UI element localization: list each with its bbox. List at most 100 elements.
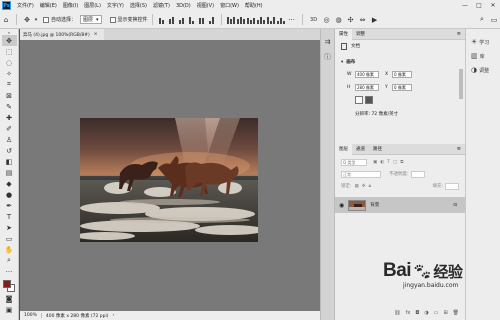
auto-select-dropdown[interactable]: 图层 ▾ [80, 15, 102, 24]
roll-3d-icon[interactable]: ◍ [333, 14, 345, 26]
move-tool-icon[interactable]: ✥ [1, 35, 17, 46]
opacity-field[interactable] [410, 170, 425, 178]
tab-properties[interactable]: 属性 [335, 28, 352, 40]
hand-tool-icon[interactable]: ✋ [2, 244, 17, 255]
clone-stamp-tool-icon[interactable]: ♙ [2, 134, 17, 145]
distribute-left-icon[interactable] [256, 16, 265, 24]
learn-item[interactable]: ☀ 学习 [466, 35, 500, 49]
type-tool-icon[interactable]: T [2, 211, 17, 222]
workspace-icon[interactable]: ▭ [488, 14, 500, 26]
eye-icon[interactable]: ◉ [339, 202, 344, 209]
chevron-down-icon[interactable]: ▾ [33, 14, 39, 26]
menu-select[interactable]: 选择(S) [127, 2, 150, 9]
panel-menu-icon[interactable]: ≡ [457, 31, 461, 37]
close-window-button[interactable]: ✕ [486, 2, 500, 9]
lock-position-icon[interactable]: ✥ [362, 184, 366, 189]
layer-kind-filter[interactable]: Q 类型 [341, 158, 367, 166]
orbit-3d-icon[interactable]: ◎ [321, 14, 333, 26]
rectangle-tool-icon[interactable]: ▭ [2, 233, 17, 244]
home-icon[interactable]: ⌂ [0, 14, 12, 26]
foreground-color-swatch[interactable] [3, 280, 11, 288]
filter-shape-icon[interactable]: ▢ [393, 160, 397, 165]
tab-layers[interactable]: 图层 [335, 143, 352, 155]
quick-mask-icon[interactable]: ◙ [2, 293, 17, 304]
pan-3d-icon[interactable]: ✣ [345, 14, 357, 26]
gradient-tool-icon[interactable]: ▤ [2, 167, 17, 178]
dodge-tool-icon[interactable]: ● [2, 189, 17, 200]
libraries-item[interactable]: ▥ 库 [466, 49, 500, 63]
align-right-icon[interactable] [208, 16, 216, 24]
screen-mode-icon[interactable]: ▣ [2, 304, 17, 315]
show-transform-checkbox[interactable] [109, 16, 116, 23]
layer-row-background[interactable]: ◉ 背景 ⊡ [335, 197, 465, 213]
status-arrow-icon[interactable]: › [113, 313, 115, 318]
document-tab[interactable]: 奔马 (4).jpg @ 100%(RGB/8#) × [20, 29, 104, 40]
height-field[interactable]: 280 像素 [355, 83, 379, 91]
align-center-icon[interactable] [198, 16, 206, 24]
menu-layer[interactable]: 图层(L) [81, 2, 104, 9]
eraser-tool-icon[interactable]: ◧ [2, 156, 17, 167]
frame-tool-icon[interactable]: ⊠ [2, 90, 17, 101]
distribute-middle-icon[interactable] [236, 16, 245, 24]
menu-view[interactable]: 视图(V) [194, 2, 217, 9]
layer-name[interactable]: 背景 [370, 202, 379, 208]
panel-menu-icon[interactable]: ≡ [457, 146, 461, 152]
video-camera-icon[interactable]: ▶ [369, 14, 381, 26]
y-field[interactable]: 0 像素 [392, 83, 412, 91]
distribute-top-icon[interactable] [226, 16, 235, 24]
search-icon[interactable]: ⌕ [476, 14, 488, 26]
tab-adjustments[interactable]: 调整 [352, 29, 369, 40]
menu-window[interactable]: 窗口(W) [217, 2, 242, 9]
align-middle-icon[interactable] [168, 16, 176, 24]
info-panel-icon[interactable]: ⓘ [322, 52, 333, 63]
distribute-center-icon[interactable] [266, 16, 275, 24]
lock-pixels-icon[interactable]: ▦ [355, 184, 359, 189]
zoom-tool-icon[interactable]: ⌕ [2, 255, 17, 266]
close-tab-icon[interactable]: × [94, 32, 98, 37]
marquee-tool-icon[interactable]: ⬚ [2, 46, 17, 57]
minimize-button[interactable]: — [458, 2, 472, 9]
adjustments-item[interactable]: ◑ 调整 [466, 63, 500, 77]
tab-channels[interactable]: 通道 [352, 144, 369, 155]
history-brush-tool-icon[interactable]: ↺ [2, 145, 17, 156]
menu-help[interactable]: 帮助(H) [242, 2, 266, 9]
more-tools-icon[interactable]: ··· [2, 266, 17, 277]
lasso-tool-icon[interactable]: ◌ [2, 57, 17, 68]
pen-tool-icon[interactable]: ✒ [2, 200, 17, 211]
path-selection-tool-icon[interactable]: ➤ [2, 222, 17, 233]
filter-pixel-icon[interactable]: ▣ [373, 160, 377, 165]
blend-mode-dropdown[interactable]: 正常 [341, 170, 381, 178]
maximize-button[interactable]: □ [472, 2, 486, 9]
healing-brush-tool-icon[interactable]: ✚ [2, 112, 17, 123]
menu-image[interactable]: 图像(I) [60, 2, 81, 9]
properties-scrollbar[interactable] [459, 69, 463, 99]
fill-field[interactable] [445, 182, 459, 190]
filter-adjustment-icon[interactable]: ◐ [380, 160, 384, 165]
tab-paths[interactable]: 路径 [369, 144, 386, 155]
x-field[interactable]: 0 像素 [392, 70, 412, 78]
menu-filter[interactable]: 滤镜(T) [150, 2, 173, 9]
distribute-right-icon[interactable] [276, 16, 285, 24]
blur-tool-icon[interactable]: ◆ [2, 178, 17, 189]
document-canvas[interactable] [80, 118, 258, 242]
width-field[interactable]: 400 像素 [355, 70, 379, 78]
distribute-bottom-icon[interactable] [246, 16, 255, 24]
filter-smart-icon[interactable]: ⧉ [400, 159, 403, 165]
menu-file[interactable]: 文件(F) [14, 2, 37, 9]
move-tool-icon[interactable]: ✥ [21, 14, 33, 26]
zoom-level[interactable]: 100% [20, 313, 42, 318]
menu-3d[interactable]: 3D(D) [173, 3, 194, 9]
canvas-section-header[interactable]: ▾ 画布 [335, 57, 465, 67]
landscape-orientation-icon[interactable] [365, 96, 373, 104]
auto-select-checkbox[interactable] [43, 16, 49, 23]
brush-tool-icon[interactable]: ✐ [2, 123, 17, 134]
crop-tool-icon[interactable]: ⌗ [2, 79, 17, 90]
align-top-icon[interactable] [158, 16, 166, 24]
more-options-icon[interactable]: ··· [286, 14, 298, 26]
magic-wand-tool-icon[interactable]: ✧ [2, 68, 17, 79]
history-panel-icon[interactable]: ⇉ [322, 37, 333, 48]
lock-all-icon[interactable]: 🔒︎ [369, 183, 371, 189]
menu-type[interactable]: 文字(Y) [104, 2, 127, 9]
slide-3d-icon[interactable]: ⇔ [357, 14, 369, 26]
align-left-icon[interactable] [188, 16, 196, 24]
